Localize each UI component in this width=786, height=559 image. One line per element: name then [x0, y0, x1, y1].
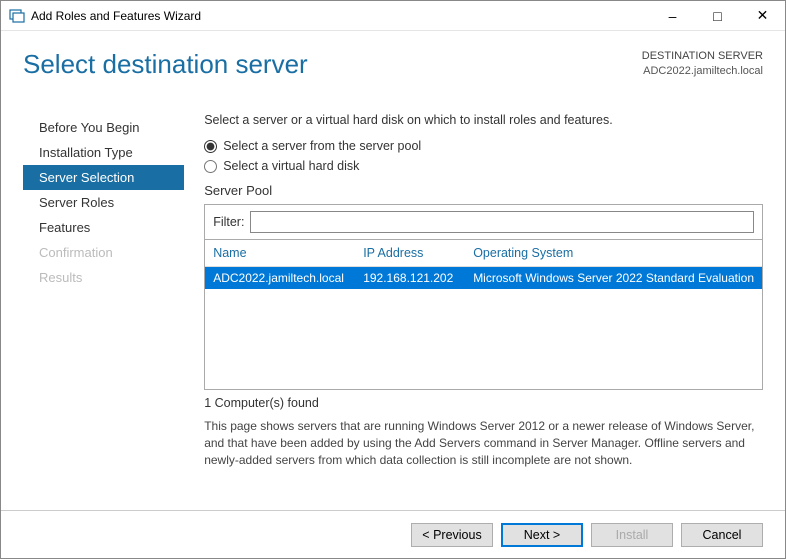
col-header-name[interactable]: Name	[213, 246, 363, 260]
server-pool-label: Server Pool	[204, 183, 763, 198]
main-panel: Select a server or a virtual hard disk o…	[184, 105, 763, 506]
destination-box: DESTINATION SERVER ADC2022.jamiltech.loc…	[642, 49, 763, 79]
cell-os: Microsoft Windows Server 2022 Standard E…	[473, 271, 754, 285]
destination-value: ADC2022.jamiltech.local	[642, 64, 763, 79]
radio-server-pool[interactable]: Select a server from the server pool	[204, 139, 763, 153]
radio-vhd-input[interactable]	[204, 160, 217, 173]
col-header-os[interactable]: Operating System	[473, 246, 754, 260]
sidebar-item-confirmation: Confirmation	[23, 240, 184, 265]
titlebar: Add Roles and Features Wizard – □ ✕	[1, 1, 785, 31]
col-header-ip[interactable]: IP Address	[363, 246, 473, 260]
sidebar-item-before-you-begin[interactable]: Before You Begin	[23, 115, 184, 140]
radio-vhd-label: Select a virtual hard disk	[223, 159, 359, 173]
filter-box: Filter:	[204, 204, 763, 240]
hint-text: This page shows servers that are running…	[204, 418, 763, 469]
cell-ip: 192.168.121.202	[363, 271, 473, 285]
sidebar-item-server-selection[interactable]: Server Selection	[23, 165, 184, 190]
computer-count: 1 Computer(s) found	[204, 396, 763, 410]
minimize-button[interactable]: –	[650, 1, 695, 30]
radio-server-pool-label: Select a server from the server pool	[223, 139, 421, 153]
install-button[interactable]: Install	[591, 523, 673, 547]
filter-label: Filter:	[213, 215, 244, 229]
maximize-button[interactable]: □	[695, 1, 740, 30]
app-icon	[9, 8, 25, 24]
sidebar: Before You BeginInstallation TypeServer …	[23, 105, 184, 506]
table-row[interactable]: ADC2022.jamiltech.local192.168.121.202Mi…	[205, 267, 762, 289]
filter-input[interactable]	[250, 211, 754, 233]
footer: < Previous Next > Install Cancel	[1, 510, 785, 558]
sidebar-item-features[interactable]: Features	[23, 215, 184, 240]
previous-button[interactable]: < Previous	[411, 523, 493, 547]
sidebar-item-results: Results	[23, 265, 184, 290]
close-button[interactable]: ✕	[740, 1, 785, 30]
cancel-button[interactable]: Cancel	[681, 523, 763, 547]
table-header: Name IP Address Operating System	[205, 240, 762, 267]
radio-server-pool-input[interactable]	[204, 140, 217, 153]
destination-label: DESTINATION SERVER	[642, 49, 763, 64]
page-title: Select destination server	[23, 49, 642, 80]
window-title: Add Roles and Features Wizard	[31, 9, 650, 23]
radio-vhd[interactable]: Select a virtual hard disk	[204, 159, 763, 173]
next-button[interactable]: Next >	[501, 523, 583, 547]
server-table: Name IP Address Operating System ADC2022…	[204, 240, 763, 390]
sidebar-item-installation-type[interactable]: Installation Type	[23, 140, 184, 165]
cell-name: ADC2022.jamiltech.local	[213, 271, 363, 285]
sidebar-item-server-roles[interactable]: Server Roles	[23, 190, 184, 215]
header: Select destination server DESTINATION SE…	[1, 31, 785, 90]
instruction-text: Select a server or a virtual hard disk o…	[204, 113, 763, 127]
